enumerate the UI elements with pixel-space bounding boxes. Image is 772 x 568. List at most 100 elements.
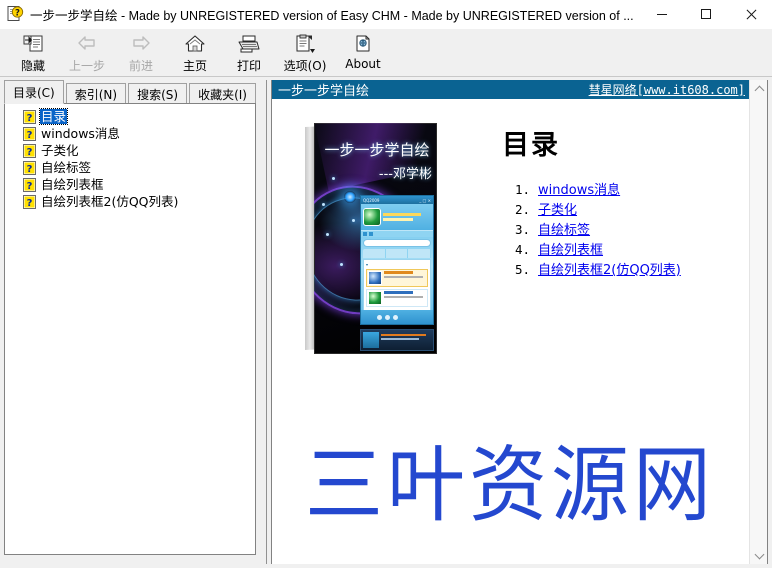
svg-text:?: ? — [27, 147, 33, 158]
qq-contact-text — [382, 271, 426, 285]
content-link-subclassing[interactable]: 子类化 — [538, 199, 577, 218]
tree-item-ownerdraw-label[interactable]: ? 自绘标签 — [5, 159, 255, 176]
print-icon — [236, 32, 262, 56]
qq-contact-row — [366, 269, 428, 287]
qq-tool-icon — [369, 232, 373, 236]
qq-contact-text — [382, 291, 426, 305]
content-header-title: 一步一步学自绘 — [278, 84, 370, 99]
watermark-text: 三叶资源网 — [304, 438, 715, 534]
tab-index[interactable]: 索引(N) — [65, 83, 127, 104]
list-item-number: 2. — [514, 202, 530, 217]
content-vertical-scrollbar[interactable] — [749, 80, 767, 564]
cover-mini-line — [381, 334, 426, 336]
tab-index-label: 索引(N) — [74, 87, 118, 102]
qq-line — [383, 217, 413, 221]
toolbar-label-options: 选项(O) — [283, 59, 327, 73]
contents-tree[interactable]: ? 目录 ? windows消息 ? 子类化 ? 自绘标签 ? 自绘列表框 ? … — [4, 103, 256, 555]
about-icon — [350, 32, 376, 56]
tree-item-label: 自绘列表框 — [41, 177, 104, 192]
help-page-icon: ? — [23, 109, 36, 124]
list-item: 4. 自绘列表框 — [510, 239, 681, 258]
cover-mini-thumb — [363, 332, 379, 348]
toolbar-label-hide: 隐藏 — [20, 59, 45, 73]
qq-titlebar: QQ2009 _ □ × — [361, 196, 433, 204]
scroll-up-button[interactable] — [750, 80, 767, 98]
qq-line — [383, 213, 422, 217]
qq-contact-name — [384, 271, 414, 274]
toolbar-button-back[interactable]: 上一步 — [60, 29, 114, 75]
close-icon — [745, 9, 756, 20]
toolbar-button-about[interactable]: About — [334, 29, 392, 75]
minimize-button[interactable] — [640, 0, 684, 29]
qq-search-box — [363, 239, 431, 247]
list-item-number: 1. — [514, 182, 530, 197]
window-controls — [640, 0, 772, 29]
back-arrow-icon — [74, 32, 100, 56]
qq-toolbar — [361, 230, 433, 237]
help-page-icon: ? — [23, 143, 36, 158]
content-link-ownerdraw-label[interactable]: 自绘标签 — [538, 219, 590, 238]
qq-tool-icon — [363, 232, 367, 236]
qq-tab — [363, 249, 386, 258]
home-icon — [182, 32, 208, 56]
tree-item-label: 目录 — [38, 108, 69, 125]
toolbar-button-options[interactable]: 选项(O) — [276, 29, 334, 75]
chm-viewer-window: ? 一步一步学自绘 - Made by UNREGISTERED version… — [0, 0, 772, 568]
qq-profile-lines — [381, 212, 431, 223]
svg-text:?: ? — [27, 198, 33, 209]
chm-help-icon: ? — [6, 5, 24, 23]
toolbar-button-home[interactable]: 主页 — [168, 29, 222, 75]
tree-item-ownerdraw-listbox-2[interactable]: ? 自绘列表框2(仿QQ列表) — [5, 193, 255, 210]
qq-contact-sign — [384, 295, 423, 298]
content-link-ownerdraw-listbox[interactable]: 自绘列表框 — [538, 239, 603, 258]
tab-contents-label: 目录(C) — [13, 85, 55, 100]
qq-tabs — [363, 249, 432, 258]
qq-group-label: ▾ — [366, 262, 369, 267]
scroll-down-button[interactable] — [750, 547, 767, 564]
tab-search[interactable]: 搜索(S) — [128, 83, 188, 104]
options-icon — [292, 32, 318, 56]
toolbar-button-hide[interactable]: 隐藏 — [6, 29, 60, 75]
tree-item-contents[interactable]: ? 目录 — [5, 108, 255, 125]
tree-item-label: windows消息 — [41, 126, 120, 141]
maximize-button[interactable] — [684, 0, 728, 29]
tab-favorites[interactable]: 收藏夹(I) — [189, 83, 256, 104]
content-pane: 一步一步学自绘 彗星网络[www.it608.com] 一步一步学自绘 ---邓… — [271, 80, 768, 565]
qq-caption: QQ2009 — [363, 197, 380, 203]
list-item-number: 5. — [514, 262, 530, 277]
qq-window-controls: _ □ × — [419, 197, 431, 203]
close-button[interactable] — [728, 0, 772, 29]
toolbar-label-back: 上一步 — [68, 59, 105, 73]
help-page-icon: ? — [23, 160, 36, 175]
maximize-icon — [701, 9, 711, 19]
tree-item-subclassing[interactable]: ? 子类化 — [5, 142, 255, 159]
book-cover-image: 一步一步学自绘 ---邓学彬 QQ2009 _ □ × ▾ — [305, 123, 437, 354]
toolbar: 隐藏 上一步 前进 主页 打印 选项(O) About — [0, 29, 772, 77]
content-header-link[interactable]: 彗星网络[www.it608.com] — [589, 81, 745, 98]
pane-splitter[interactable] — [263, 80, 271, 564]
tree-item-label: 子类化 — [41, 143, 79, 158]
tab-contents[interactable]: 目录(C) — [4, 80, 64, 104]
cover-qq-screenshot: QQ2009 _ □ × ▾ — [360, 195, 434, 325]
toolbar-label-about: About — [345, 57, 381, 71]
qq-footer-icon — [377, 314, 382, 320]
page-title: 目录 — [502, 130, 560, 161]
content-header: 一步一步学自绘 彗星网络[www.it608.com] — [272, 80, 750, 99]
toolbar-button-forward[interactable]: 前进 — [114, 29, 168, 75]
tab-favorites-label: 收藏夹(I) — [198, 87, 247, 102]
cover-glow — [344, 191, 356, 203]
title-bar: ? 一步一步学自绘 - Made by UNREGISTERED version… — [0, 0, 772, 29]
cover-particle — [322, 203, 325, 206]
toolbar-button-print[interactable]: 打印 — [222, 29, 276, 75]
toolbar-label-home: 主页 — [182, 59, 207, 73]
cover-author: ---邓学彬 — [378, 167, 432, 182]
tree-item-ownerdraw-listbox[interactable]: ? 自绘列表框 — [5, 176, 255, 193]
nav-tabs: 目录(C) 索引(N) 搜索(S) 收藏夹(I) — [4, 80, 262, 104]
svg-text:?: ? — [27, 181, 33, 192]
content-link-windows-messages[interactable]: windows消息 — [538, 179, 620, 198]
tree-item-windows-messages[interactable]: ? windows消息 — [5, 125, 255, 142]
list-item-number: 3. — [514, 222, 530, 237]
cover-particle — [340, 263, 343, 266]
help-page-icon: ? — [23, 194, 36, 209]
content-link-ownerdraw-listbox-2[interactable]: 自绘列表框2(仿QQ列表) — [538, 259, 681, 278]
